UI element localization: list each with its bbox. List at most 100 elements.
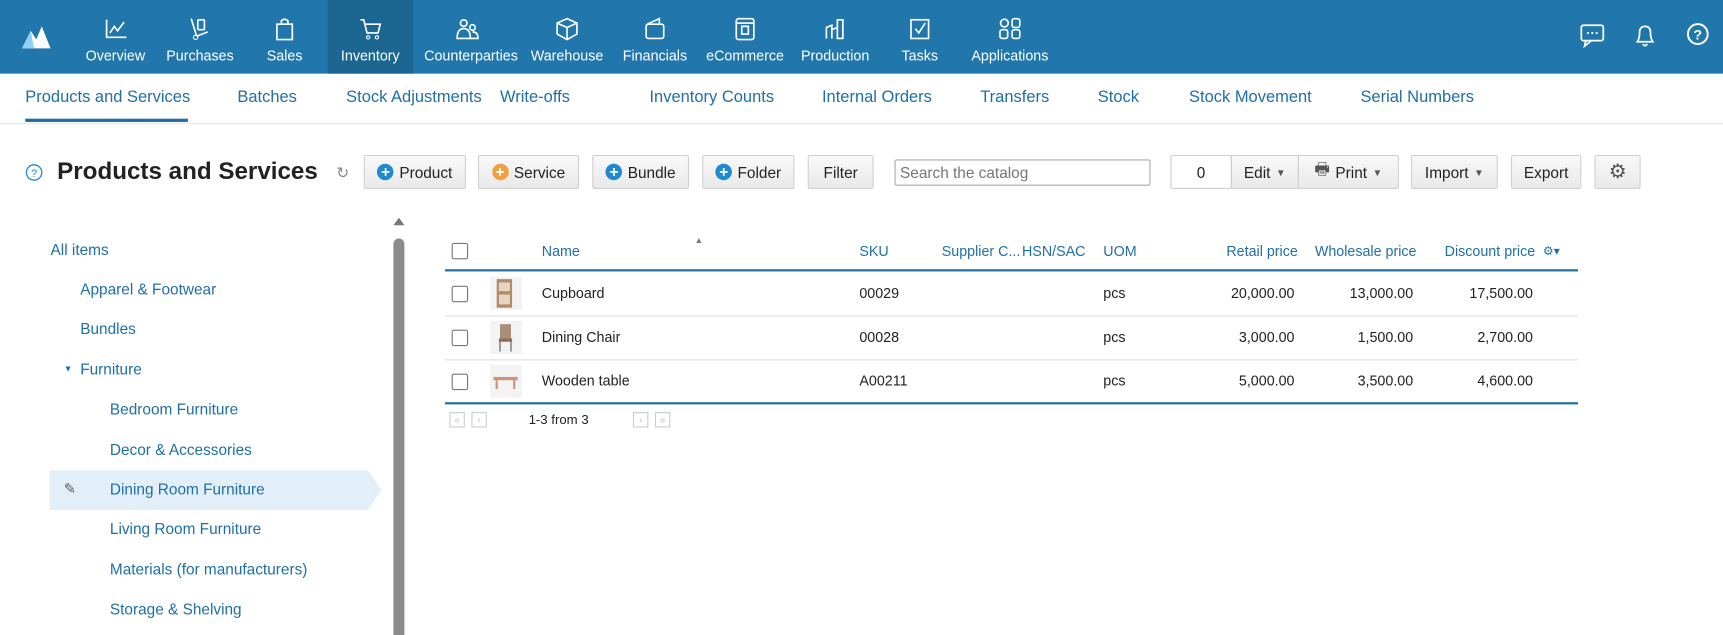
cell-wholesale-price: 13,000.00 [1349, 284, 1414, 302]
first-page-icon[interactable]: « [449, 412, 465, 428]
chat-icon[interactable] [1579, 22, 1605, 49]
printer-icon: 🖶 [1314, 160, 1330, 180]
nav-inventory[interactable]: Inventory [327, 0, 414, 74]
tab-stock-adjustments[interactable]: Stock Adjustments [346, 88, 482, 107]
bell-icon[interactable] [1633, 22, 1657, 48]
search-input[interactable] [894, 159, 1151, 186]
pencil-icon[interactable]: ✎ [64, 480, 76, 498]
col-retail-price[interactable]: Retail price [1188, 243, 1297, 259]
col-discount-price[interactable]: Discount price [1425, 243, 1536, 259]
cell-retail-price: 20,000.00 [1230, 284, 1295, 302]
people-icon [456, 18, 479, 40]
tree-item[interactable]: Decor & Accessories [110, 440, 252, 458]
nav-label: Counterparties [424, 47, 518, 64]
col-sku[interactable]: SKU [859, 243, 888, 259]
import-dropdown[interactable]: Import ▼ [1410, 154, 1498, 190]
product-thumbnail [490, 364, 522, 398]
hand-truck-icon [190, 18, 208, 41]
label: Product [399, 163, 453, 181]
tree-item[interactable]: Dining Room Furniture [110, 480, 265, 498]
page-title: Products and Services [57, 157, 318, 185]
tab-transfers[interactable]: Transfers [980, 88, 1049, 107]
print-dropdown[interactable]: 🖶 Print ▼ [1297, 154, 1399, 190]
filter-button[interactable]: Filter [807, 154, 874, 190]
col-wholesale-price[interactable]: Wholesale price [1297, 243, 1417, 259]
storefront-icon [735, 17, 755, 41]
scroll-up-icon[interactable] [393, 217, 405, 226]
nav-tasks[interactable]: Tasks [877, 0, 963, 74]
tab-batches[interactable]: Batches [237, 88, 297, 107]
refresh-icon[interactable]: ↻ [336, 164, 349, 183]
tab-stock-movement[interactable]: Stock Movement [1189, 88, 1312, 107]
col-supplier-code[interactable]: Supplier C... [942, 243, 1021, 259]
chart-line-icon [105, 19, 127, 39]
prev-page-icon[interactable]: ‹ [471, 412, 487, 428]
nav-financials[interactable]: Financials [612, 0, 698, 74]
tree-item-all[interactable]: All items [51, 241, 109, 259]
tab-serial-numbers[interactable]: Serial Numbers [1360, 88, 1474, 107]
tab-write-offs[interactable]: Write-offs [500, 88, 570, 107]
edit-dropdown[interactable]: Edit ▼ [1230, 154, 1299, 190]
plus-icon: + [491, 163, 509, 181]
box-icon [556, 17, 578, 41]
cell-uom: pcs [1103, 284, 1126, 302]
tree-item[interactable]: Bedroom Furniture [110, 400, 238, 418]
caret-down-icon: ▼ [1474, 166, 1484, 178]
tab-products-and-services[interactable]: Products and Services [25, 88, 190, 107]
help-icon[interactable]: ? [1686, 22, 1710, 46]
cell-name[interactable]: Cupboard [542, 285, 605, 301]
cell-discount-price: 4,600.00 [1477, 372, 1533, 390]
tree-item[interactable]: Apparel & Footwear [80, 280, 216, 298]
col-uom[interactable]: UOM [1103, 243, 1136, 259]
tab-internal-orders[interactable]: Internal Orders [822, 88, 932, 107]
nav-purchases[interactable]: Purchases [157, 0, 243, 74]
factory-icon [825, 18, 844, 40]
add-service-button[interactable]: + Service [478, 154, 580, 190]
nav-counterparties[interactable]: Counterparties [424, 0, 518, 74]
tab-stock[interactable]: Stock [1098, 88, 1139, 107]
nav-label: Inventory [340, 47, 400, 64]
cell-sku: 00029 [859, 284, 900, 302]
tree-item[interactable]: Furniture [80, 360, 142, 378]
tree-item[interactable]: Storage & Shelving [110, 600, 242, 618]
nav-ecommerce[interactable]: eCommerce [702, 0, 788, 74]
nav-production[interactable]: Production [792, 0, 878, 74]
row-checkbox[interactable] [451, 329, 469, 347]
shopping-bag-icon [276, 18, 294, 41]
nav-sales[interactable]: Sales [242, 0, 328, 74]
selected-count: 0 [1170, 154, 1232, 190]
logo-icon[interactable] [20, 24, 53, 50]
cell-retail-price: 3,000.00 [1238, 328, 1295, 346]
svg-text:?: ? [1693, 28, 1702, 44]
cell-uom: pcs [1103, 372, 1126, 390]
nav-overview[interactable]: Overview [73, 0, 159, 74]
col-name[interactable]: Name [542, 243, 580, 259]
add-product-button[interactable]: + Product [363, 154, 466, 190]
pagination-info: 1-3 from 3 [528, 412, 589, 428]
cell-wholesale-price: 3,500.00 [1357, 372, 1414, 390]
last-page-icon[interactable]: » [654, 412, 671, 428]
nav-warehouse[interactable]: Warehouse [524, 0, 610, 74]
nav-applications[interactable]: Applications [967, 0, 1053, 74]
col-hsn-sac[interactable]: HSN/SAC [1022, 243, 1086, 259]
scrollbar-thumb[interactable] [393, 238, 405, 635]
export-button[interactable]: Export [1510, 154, 1582, 190]
tree-item[interactable]: Bundles [80, 320, 136, 338]
cell-name[interactable]: Wooden table [542, 373, 630, 389]
row-checkbox[interactable] [451, 373, 469, 391]
tree-item[interactable]: Living Room Furniture [110, 520, 261, 538]
next-page-icon[interactable]: › [632, 412, 649, 428]
settings-gear-icon[interactable]: ⚙ [1594, 154, 1641, 190]
column-settings-icon[interactable]: ⚙▾ [1543, 244, 1560, 258]
active-tab-indicator [25, 118, 188, 122]
tree-item[interactable]: Materials (for manufacturers) [110, 560, 307, 578]
add-folder-button[interactable]: + Folder [702, 154, 795, 190]
expand-caret-icon[interactable]: ▼ [64, 364, 73, 374]
cell-retail-price: 5,000.00 [1238, 372, 1295, 390]
tab-inventory-counts[interactable]: Inventory Counts [649, 88, 774, 107]
select-all-checkbox[interactable] [451, 242, 469, 260]
add-bundle-button[interactable]: + Bundle [592, 154, 690, 190]
cell-name[interactable]: Dining Chair [542, 329, 621, 345]
row-checkbox[interactable] [451, 285, 469, 303]
help-icon[interactable]: ? [25, 164, 43, 182]
